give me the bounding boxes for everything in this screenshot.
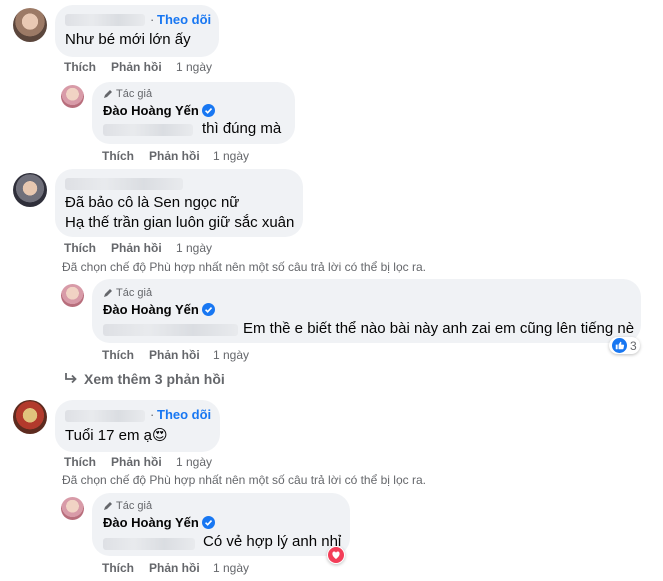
pencil-icon — [104, 90, 112, 98]
follow-link[interactable]: Theo dõi — [157, 12, 211, 27]
like-button[interactable]: Thích — [64, 455, 96, 469]
reaction-summary[interactable]: 3 — [609, 337, 640, 354]
author-badge-label: Tác giả — [116, 88, 153, 100]
view-more-replies[interactable]: Xem thêm 3 phản hồi — [64, 371, 225, 387]
heart-eyes-emoji: 😍 — [152, 426, 168, 444]
author-badge: Tác giả — [103, 500, 152, 512]
like-reaction-icon — [612, 338, 627, 353]
mention-redacted[interactable] — [103, 324, 238, 336]
reply-button[interactable]: Phản hồi — [111, 455, 162, 469]
commenter-avatar[interactable] — [13, 8, 47, 42]
author-avatar[interactable] — [61, 284, 84, 307]
reply-button[interactable]: Phản hồi — [111, 60, 162, 74]
comment-text-content: Tuổi 17 em ạ — [65, 427, 152, 444]
separator-dot: · — [150, 407, 155, 422]
reply-button[interactable]: Phản hồi — [149, 348, 200, 362]
follow-link[interactable]: Theo dõi — [157, 407, 211, 422]
author-name[interactable]: Đào Hoàng Yến — [103, 103, 215, 118]
love-reaction-icon — [328, 547, 344, 563]
like-button[interactable]: Thích — [102, 149, 134, 163]
like-button[interactable]: Thích — [102, 348, 134, 362]
author-avatar[interactable] — [61, 497, 84, 520]
comment-time[interactable]: 1 ngày — [176, 60, 212, 74]
commenter-name-redacted[interactable] — [65, 178, 183, 190]
reply-button[interactable]: Phản hồi — [149, 561, 200, 575]
comment-text-line-1: Đã bảo cô là Sen ngọc nữ — [65, 194, 240, 211]
reply-text: Có vẻ hợp lý anh nhỉ — [203, 533, 342, 550]
reaction-summary[interactable] — [327, 546, 345, 564]
mention-redacted[interactable] — [103, 538, 195, 550]
comment-text-line-2: Hạ thế trần gian luôn giữ sắc xuân — [65, 214, 295, 231]
author-name-text[interactable]: Đào Hoàng Yến — [103, 515, 199, 530]
pencil-icon — [104, 289, 112, 297]
filter-notice: Đã chọn chế độ Phù hợp nhất nên một số c… — [62, 473, 426, 487]
reply-time[interactable]: 1 ngày — [213, 348, 249, 362]
commenter-name-redacted[interactable] — [65, 410, 145, 422]
reply-button[interactable]: Phản hồi — [111, 241, 162, 255]
like-button[interactable]: Thích — [102, 561, 134, 575]
author-name-text[interactable]: Đào Hoàng Yến — [103, 302, 199, 317]
author-avatar[interactable] — [61, 85, 84, 108]
like-button[interactable]: Thích — [64, 60, 96, 74]
verified-badge-icon — [201, 303, 215, 316]
comment-time[interactable]: 1 ngày — [176, 455, 212, 469]
separator-dot: · — [150, 12, 155, 27]
mention-redacted[interactable] — [103, 124, 193, 136]
author-name-text[interactable]: Đào Hoàng Yến — [103, 103, 199, 118]
reply-button[interactable]: Phản hồi — [149, 149, 200, 163]
author-badge-label: Tác giả — [116, 287, 153, 299]
reply-arrow-icon — [65, 373, 77, 384]
comment-text: Như bé mới lớn ấy — [65, 31, 191, 48]
author-name[interactable]: Đào Hoàng Yến — [103, 302, 215, 317]
comment-time[interactable]: 1 ngày — [176, 241, 212, 255]
author-badge-label: Tác giả — [116, 500, 153, 512]
like-button[interactable]: Thích — [64, 241, 96, 255]
verified-badge-icon — [201, 516, 215, 529]
commenter-avatar[interactable] — [13, 173, 47, 207]
author-badge: Tác giả — [103, 88, 152, 100]
author-name[interactable]: Đào Hoàng Yến — [103, 515, 215, 530]
comment-text: Tuổi 17 em ạ😍 — [65, 425, 168, 446]
reaction-count: 3 — [630, 338, 637, 353]
commenter-avatar[interactable] — [13, 400, 47, 434]
pencil-icon — [104, 502, 112, 510]
reply-time[interactable]: 1 ngày — [213, 149, 249, 163]
reply-text: thì đúng mà — [202, 120, 282, 137]
verified-badge-icon — [201, 104, 215, 117]
reply-text: Em thề e biết thể nào bài này anh zai em… — [243, 320, 635, 337]
view-more-label[interactable]: Xem thêm 3 phản hồi — [84, 371, 225, 387]
author-badge: Tác giả — [103, 287, 152, 299]
commenter-name-redacted[interactable] — [65, 14, 145, 26]
reply-time[interactable]: 1 ngày — [213, 561, 249, 575]
filter-notice: Đã chọn chế độ Phù hợp nhất nên một số c… — [62, 260, 426, 274]
